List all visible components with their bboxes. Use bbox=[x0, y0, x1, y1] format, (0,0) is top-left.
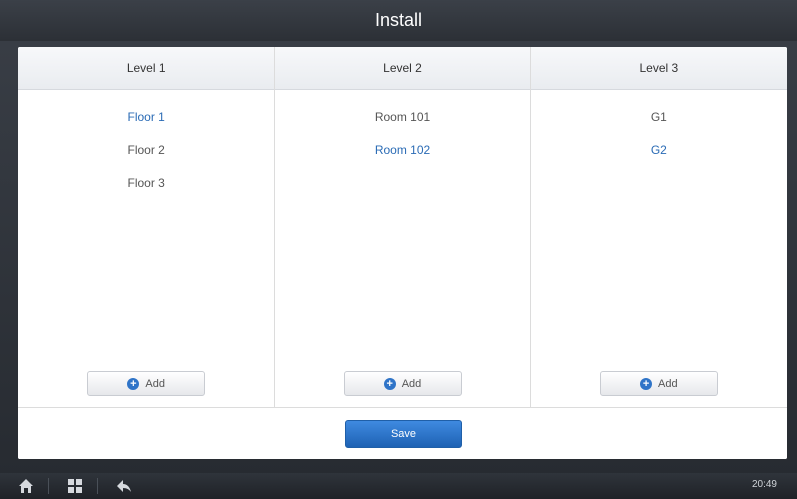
level-3-list: G1 G2 bbox=[531, 90, 787, 167]
level-2-column: Level 2 Room 101 Room 102 + Add bbox=[275, 47, 531, 407]
home-icon[interactable] bbox=[16, 476, 36, 496]
add-level-1-button[interactable]: + Add bbox=[87, 371, 206, 396]
plus-icon: + bbox=[640, 377, 653, 390]
level-1-header: Level 1 bbox=[18, 47, 275, 90]
add-label: Add bbox=[658, 377, 678, 390]
page-title: Install bbox=[0, 0, 797, 41]
level-1-list: Floor 1 Floor 2 Floor 3 bbox=[18, 90, 274, 200]
level-2-list: Room 101 Room 102 bbox=[275, 90, 529, 167]
list-item[interactable]: Room 101 bbox=[275, 101, 529, 134]
list-item[interactable]: G2 bbox=[531, 134, 787, 167]
add-level-3-button[interactable]: + Add bbox=[599, 371, 718, 396]
install-panel: Level 1 Floor 1 Floor 2 Floor 3 + Add Le… bbox=[18, 47, 787, 459]
list-item[interactable]: Floor 3 bbox=[18, 167, 274, 200]
plus-icon: + bbox=[127, 377, 140, 390]
taskbar: 20:49 bbox=[0, 473, 797, 499]
clock: 20:49 bbox=[751, 479, 777, 490]
action-bar: Save bbox=[18, 407, 787, 459]
back-icon[interactable] bbox=[114, 476, 134, 496]
list-item[interactable]: G1 bbox=[531, 101, 787, 134]
level-2-header: Level 2 bbox=[275, 47, 530, 90]
add-level-2-button[interactable]: + Add bbox=[343, 371, 462, 396]
taskbar-divider bbox=[48, 478, 49, 494]
add-label: Add bbox=[145, 377, 165, 390]
level-3-header: Level 3 bbox=[530, 47, 787, 90]
save-button[interactable]: Save bbox=[345, 420, 462, 448]
level-columns: Level 1 Floor 1 Floor 2 Floor 3 + Add Le… bbox=[18, 47, 787, 407]
level-3-column: Level 3 G1 G2 + Add bbox=[530, 47, 787, 407]
plus-icon: + bbox=[383, 377, 396, 390]
grid-icon[interactable] bbox=[65, 476, 85, 496]
taskbar-divider bbox=[97, 478, 98, 494]
list-item[interactable]: Room 102 bbox=[275, 134, 529, 167]
add-label: Add bbox=[401, 377, 422, 390]
list-item[interactable]: Floor 2 bbox=[18, 134, 274, 167]
app-window: Install Level 1 Floor 1 Floor 2 Floor 3 … bbox=[0, 0, 797, 499]
list-item[interactable]: Floor 1 bbox=[18, 101, 274, 134]
level-1-column: Level 1 Floor 1 Floor 2 Floor 3 + Add bbox=[18, 47, 276, 407]
